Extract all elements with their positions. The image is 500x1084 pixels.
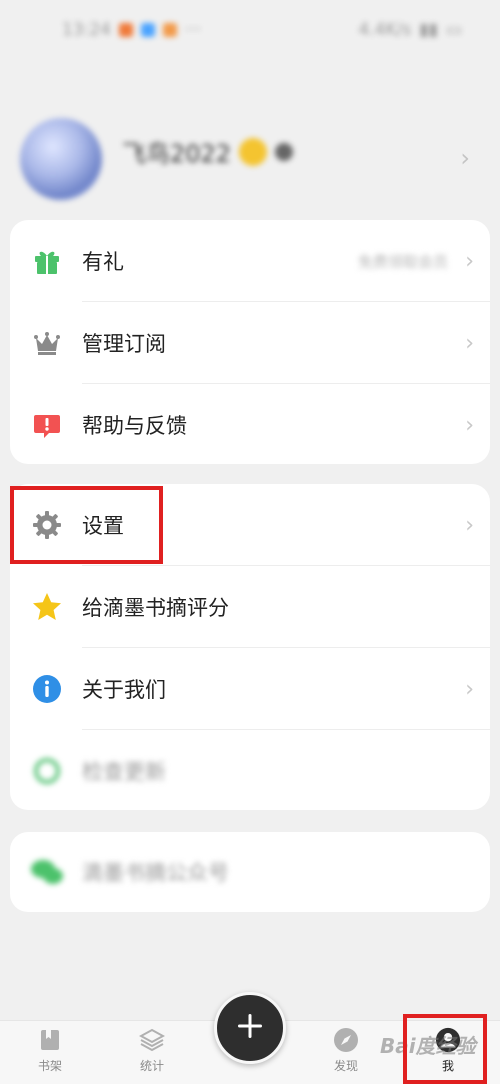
- emoji-icon: [239, 137, 268, 166]
- plus-icon: [235, 1011, 265, 1045]
- menu-item-rate[interactable]: 给滴墨书摘评分: [10, 566, 490, 648]
- compass-icon: [333, 1027, 359, 1053]
- gift-icon: [30, 244, 64, 278]
- menu-item-gift[interactable]: 有礼 免费领取会员 ›: [10, 220, 490, 302]
- more-icon: ···: [185, 20, 202, 40]
- menu-item-subscription[interactable]: 管理订阅 ›: [10, 302, 490, 384]
- settings-highlight-box: [10, 486, 163, 564]
- tab-label: 书架: [37, 1059, 62, 1073]
- star-icon: [30, 590, 64, 624]
- status-right: 4.4K/s ▮▮ ▭: [358, 20, 462, 40]
- menu-card-1: 有礼 免费领取会员 › 管理订阅 › 帮助与反馈 ›: [10, 220, 490, 464]
- menu-item-label: 检查更新: [82, 760, 166, 784]
- tab-discover[interactable]: 发现: [306, 1027, 386, 1083]
- menu-item-check-update[interactable]: 检查更新: [10, 730, 490, 812]
- menu-item-label: 管理订阅: [82, 332, 166, 356]
- status-time: 13:24: [62, 20, 111, 40]
- chevron-right-icon: ›: [465, 248, 474, 274]
- menu-item-help[interactable]: 帮助与反馈 ›: [10, 384, 490, 466]
- tab-statistics[interactable]: 统计: [112, 1027, 192, 1083]
- badge-icon: [275, 142, 294, 161]
- battery-icon: ▭: [445, 20, 462, 40]
- menu-item-label: 关于我们: [82, 678, 166, 702]
- signal-icon: ▮▮: [419, 20, 438, 40]
- me-tab-highlight-box: [403, 1014, 487, 1084]
- refresh-icon: [30, 754, 64, 788]
- chevron-right-icon: ›: [465, 512, 474, 538]
- tab-bookshelf[interactable]: 书架: [10, 1027, 90, 1083]
- status-left: 13:24 ···: [62, 20, 201, 40]
- layers-icon: [139, 1027, 165, 1053]
- tab-label: 发现: [333, 1059, 358, 1073]
- app-icon-2: [163, 23, 177, 37]
- wechat-icon: [30, 855, 64, 889]
- info-icon: [30, 672, 64, 706]
- network-speed: 4.4K/s: [358, 20, 412, 40]
- menu-item-wechat[interactable]: 滴墨书摘公众号: [10, 832, 490, 912]
- menu-item-label: 帮助与反馈: [82, 414, 187, 438]
- menu-item-label: 给滴墨书摘评分: [82, 596, 229, 620]
- chevron-right-icon: ›: [465, 412, 474, 438]
- profile-header[interactable]: 飞鸟2022 ›: [0, 100, 500, 210]
- profile-name: 飞鸟2022: [122, 140, 232, 168]
- notification-icon: [119, 23, 133, 37]
- status-bar: 13:24 ··· 4.4K/s ▮▮ ▭: [0, 0, 500, 60]
- tab-label: 统计: [139, 1059, 164, 1073]
- add-button[interactable]: [214, 992, 286, 1064]
- chevron-right-icon: ›: [465, 330, 474, 356]
- chevron-right-icon: ›: [465, 676, 474, 702]
- avatar[interactable]: [20, 118, 102, 200]
- profile-name-row: 飞鸟2022: [122, 134, 294, 169]
- gift-hint: 免费领取会员: [357, 252, 448, 271]
- menu-item-about[interactable]: 关于我们 ›: [10, 648, 490, 730]
- book-icon: [37, 1027, 63, 1053]
- crown-icon: [30, 326, 64, 360]
- menu-card-3: 滴墨书摘公众号: [10, 832, 490, 912]
- app-icon: [141, 23, 155, 37]
- chevron-right-icon: ›: [460, 144, 470, 172]
- menu-item-label: 滴墨书摘公众号: [82, 861, 229, 885]
- help-feedback-icon: [30, 408, 64, 442]
- menu-item-label: 有礼: [82, 250, 124, 274]
